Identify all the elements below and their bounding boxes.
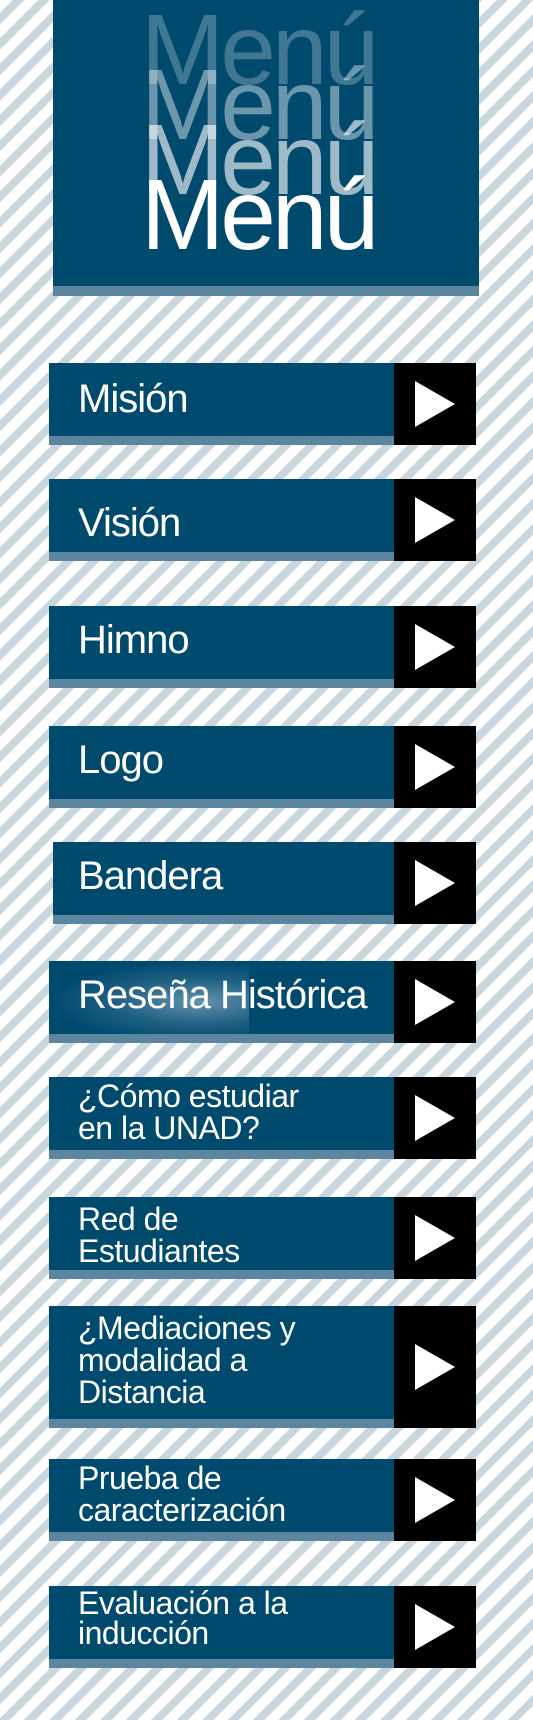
menu-title: Menú [141, 159, 379, 271]
item-bottom-strip [49, 1532, 394, 1541]
menu-item-himno[interactable]: Himno [49, 606, 476, 688]
menu-item-label-line: Distancia [78, 1374, 206, 1410]
menu-item-label-line: Estudiantes [78, 1233, 240, 1269]
arrow-button[interactable] [394, 363, 476, 445]
menu-item-label: Red de Estudiantes [78, 1203, 394, 1267]
menu-item-mision[interactable]: Misión [49, 363, 476, 445]
menu-item-label-line: Prueba de [78, 1460, 222, 1496]
menu-item-label-line: en la UNAD? [78, 1110, 260, 1146]
item-bottom-strip [49, 436, 394, 445]
menu-item-label: Himno [78, 618, 190, 662]
menu-item-vision[interactable]: Visión [49, 479, 476, 561]
menu-item-label-line: Evaluación a la [78, 1585, 288, 1621]
item-bottom-strip [49, 1419, 394, 1428]
menu-item-label: ¿Cómo estudiar en la UNAD? [78, 1080, 394, 1144]
menu-item-label-line: Red de [78, 1201, 179, 1237]
arrow-button[interactable] [394, 961, 476, 1043]
menu-item-label-line: inducción [78, 1615, 209, 1651]
menu-item-label: Misión [78, 377, 189, 421]
menu-item-red-estudiantes[interactable]: Red de Estudiantes [49, 1197, 476, 1279]
menu-item-bandera[interactable]: Bandera [53, 842, 476, 924]
menu-item-logo[interactable]: Logo [49, 726, 476, 808]
play-triangle-icon [415, 381, 455, 427]
menu-item-label: ¿Mediaciones y modalidad a Distancia [78, 1312, 394, 1408]
item-bottom-strip [49, 679, 394, 688]
arrow-button[interactable] [394, 726, 476, 808]
play-triangle-icon [415, 1477, 455, 1523]
header-bottom-strip [53, 286, 479, 296]
menu-item-label: Logo [78, 738, 164, 782]
menu-item-label: Evaluación a la inducción [78, 1585, 394, 1651]
item-bottom-strip [49, 1034, 394, 1043]
arrow-button[interactable] [394, 842, 476, 924]
menu-header: Menú Menú Menú Menú [53, 0, 479, 296]
arrow-button[interactable] [394, 1306, 476, 1428]
play-triangle-icon [415, 1215, 455, 1261]
menu-item-label-line: modalidad a [78, 1342, 247, 1378]
menu-item-evaluacion-induccion[interactable]: Evaluación a la inducción [49, 1586, 476, 1668]
menu-item-label: Reseña Histórica [78, 973, 368, 1017]
play-triangle-icon [415, 744, 455, 790]
menu-item-label: Bandera [78, 854, 223, 898]
arrow-button[interactable] [394, 606, 476, 688]
menu-item-label: Visión [78, 501, 181, 545]
play-triangle-icon [415, 1095, 455, 1141]
item-bottom-strip [49, 799, 394, 808]
play-triangle-icon [415, 497, 455, 543]
play-triangle-icon [415, 979, 455, 1025]
play-triangle-icon [415, 1344, 455, 1390]
arrow-button[interactable] [394, 1197, 476, 1279]
menu-item-prueba-caracterizacion[interactable]: Prueba de caracterización [49, 1459, 476, 1541]
play-triangle-icon [415, 624, 455, 670]
item-bottom-strip [49, 552, 394, 561]
menu-item-label: Prueba de caracterización [78, 1462, 394, 1526]
item-bottom-strip [49, 1150, 394, 1159]
menu-item-label-line: caracterización [78, 1492, 286, 1528]
arrow-button[interactable] [394, 479, 476, 561]
menu-item-label-line: ¿Mediaciones y [78, 1310, 296, 1346]
arrow-button[interactable] [394, 1077, 476, 1159]
item-bottom-strip [49, 1659, 394, 1668]
menu-item-resena-historica[interactable]: Reseña Histórica [49, 961, 476, 1043]
menu-item-mediaciones[interactable]: ¿Mediaciones y modalidad a Distancia [49, 1306, 476, 1428]
arrow-button[interactable] [394, 1586, 476, 1668]
menu-item-como-estudiar[interactable]: ¿Cómo estudiar en la UNAD? [49, 1077, 476, 1159]
item-bottom-strip [53, 915, 394, 924]
play-triangle-icon [415, 1604, 455, 1650]
arrow-button[interactable] [394, 1459, 476, 1541]
menu-item-label-line: ¿Cómo estudiar [78, 1078, 299, 1114]
item-bottom-strip [49, 1270, 394, 1279]
play-triangle-icon [415, 860, 455, 906]
